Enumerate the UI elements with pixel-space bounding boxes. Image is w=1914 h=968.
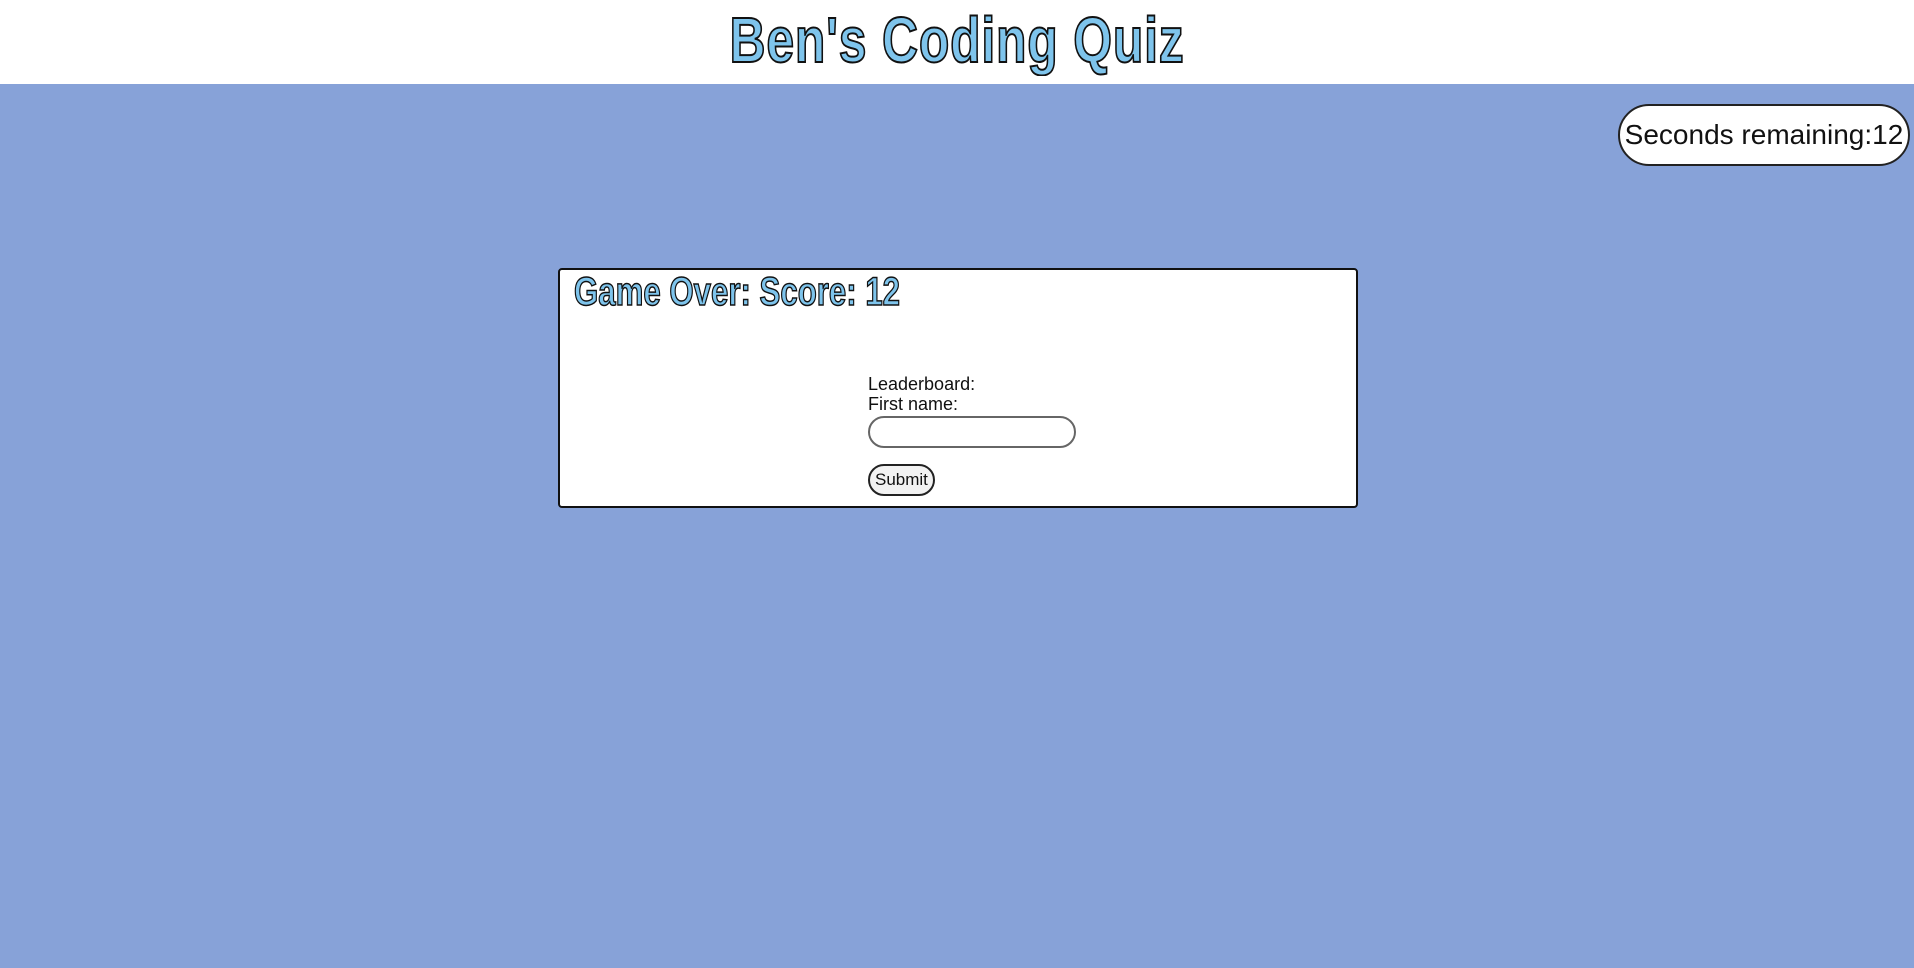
main-area: Seconds remaining: 12 Game Over: Score: 1… [0,84,1914,968]
timer-label: Seconds remaining: [1624,119,1873,150]
first-name-input[interactable] [868,416,1076,448]
site-header: Ben's Coding Quiz [0,0,1914,84]
timer-value: 12 [1872,119,1904,150]
first-name-label: First name: [868,394,959,414]
leaderboard-label: Leaderboard: [868,374,976,394]
quiz-card: Game Over: Score: 12 Leaderboard: First … [558,268,1358,508]
submit-button[interactable]: Submit [868,464,935,496]
countdown-timer: Seconds remaining: 12 [1618,104,1910,166]
leaderboard-form: Leaderboard: First name: Submit [868,374,1076,496]
game-over-heading: Game Over: Score: 12 [573,269,901,315]
site-title: Ben's Coding Quiz [729,3,1185,77]
